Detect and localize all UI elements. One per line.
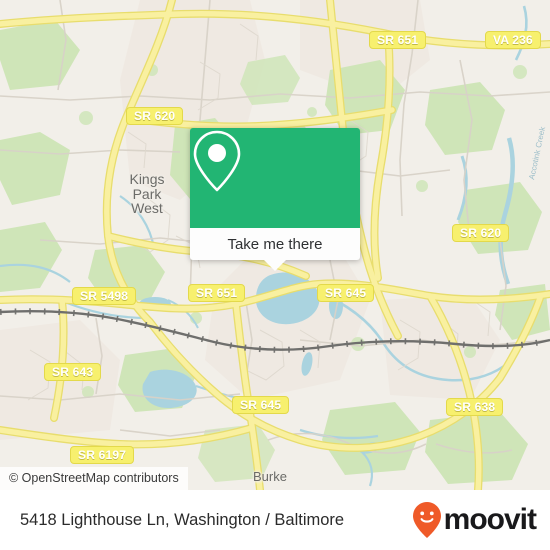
map-canvas[interactable]: Accotink Creek Kings Park West Burke SR … [0,0,550,490]
shield-label: SR 643 [52,365,94,379]
shield-sr-643[interactable]: SR 643 [44,363,102,381]
take-me-there-label: Take me there [227,235,323,253]
shield-sr-651-mid[interactable]: SR 651 [188,284,246,302]
shield-sr-645-mid[interactable]: SR 645 [317,284,375,302]
shield-label: SR 645 [325,286,367,300]
osm-attribution[interactable]: © OpenStreetMap contributors [0,467,188,490]
moovit-smiley-pin-icon [412,502,441,538]
shield-sr-638[interactable]: SR 638 [446,398,504,416]
shield-sr-620-west[interactable]: SR 620 [126,107,184,125]
moovit-logo[interactable]: moovit [412,501,537,539]
shield-label: SR 5498 [80,289,129,303]
popup-pointer [264,260,286,271]
shield-label: SR 638 [454,400,496,414]
moovit-wordmark: moovit [443,503,537,536]
destination-popup-card[interactable]: Take me there [190,128,360,260]
shield-label: SR 6197 [78,448,127,462]
shield-label: VA 236 [493,33,533,47]
shield-label: SR 620 [134,109,176,123]
location-pin-icon [193,130,241,192]
shield-label: SR 651 [196,286,238,300]
shield-label: SR 645 [240,398,282,412]
shield-sr-620-east[interactable]: SR 620 [452,224,510,242]
footer-bar: 5418 Lighthouse Ln, Washington / Baltimo… [0,490,550,550]
popup-pin-area [190,128,360,228]
address-text: 5418 Lighthouse Ln, Washington / Baltimo… [20,510,345,529]
shield-sr-645-south[interactable]: SR 645 [232,396,290,414]
shield-label: SR 620 [460,226,502,240]
take-me-there-button[interactable]: Take me there [190,228,360,260]
shield-sr-6197[interactable]: SR 6197 [70,446,135,464]
shield-sr-5498[interactable]: SR 5498 [72,287,137,305]
shield-sr-651-north[interactable]: SR 651 [369,31,427,49]
moovit-map-screen: Accotink Creek Kings Park West Burke SR … [0,0,550,550]
shield-label: SR 651 [377,33,419,47]
shield-va-236[interactable]: VA 236 [485,31,541,49]
